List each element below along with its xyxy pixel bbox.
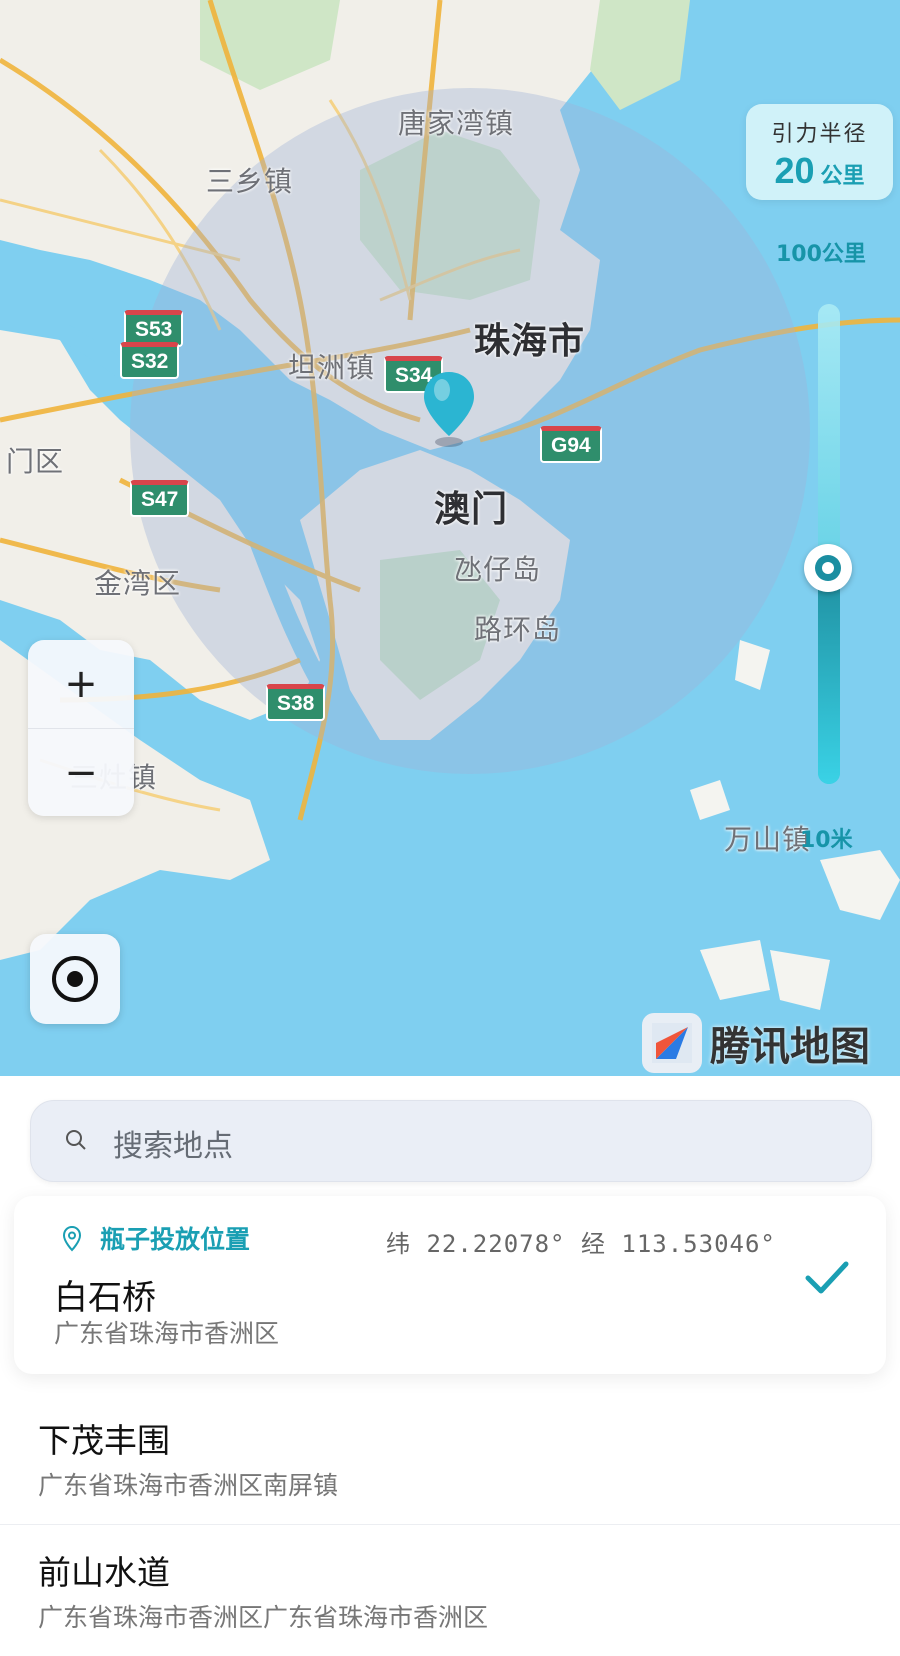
radius-slider-fill xyxy=(818,568,840,784)
checkmark-icon xyxy=(805,1261,849,1294)
map-pin-icon[interactable] xyxy=(422,370,476,448)
tencent-map-logo-icon xyxy=(642,1013,702,1073)
selected-place-address: 广东省珠海市香洲区 xyxy=(54,1319,280,1348)
slider-max-label: 100公里 xyxy=(776,242,866,267)
map-provider-logo: 腾讯地图 xyxy=(642,1012,870,1074)
map-label-wanshan: 万山镇 xyxy=(724,823,812,856)
highway-shield: S38 xyxy=(266,684,326,721)
highway-shield: S32 xyxy=(120,342,180,379)
place-name: 下茂丰围 xyxy=(38,1421,170,1460)
map-label-jinwan: 金湾区 xyxy=(94,567,182,600)
list-item[interactable]: 下茂丰围 广东省珠海市香洲区南屏镇 xyxy=(0,1396,900,1525)
radius-slider-handle[interactable] xyxy=(804,544,852,592)
map-provider-name: 腾讯地图 xyxy=(710,1024,870,1070)
place-address: 广东省珠海市香洲区南屏镇 xyxy=(38,1471,339,1500)
map-label-menqu: 门区 xyxy=(6,445,65,478)
selected-location-card[interactable]: 瓶子投放位置 纬 22.22078° 经 113.53046° 白石桥 广东省珠… xyxy=(14,1196,886,1374)
place-address: 广东省珠海市香洲区广东省珠海市香洲区 xyxy=(38,1603,489,1632)
zoom-in-button[interactable]: + xyxy=(28,640,134,729)
locate-me-button[interactable] xyxy=(30,934,120,1024)
list-item[interactable]: 前山水道 广东省珠海市香洲区广东省珠海市香洲区 xyxy=(0,1528,900,1656)
map-label-coloane: 路环岛 xyxy=(474,613,562,646)
radius-unit: 公里 xyxy=(820,164,865,189)
selected-place-name: 白石桥 xyxy=(54,1278,156,1318)
zoom-control: + − xyxy=(28,640,134,816)
map-view[interactable]: 唐家湾镇 三乡镇 珠海市 坦洲镇 门区 澳门 氹仔岛 路环岛 金湾区 三灶镇 万… xyxy=(0,0,900,1076)
map-label-sanxiang: 三乡镇 xyxy=(206,165,294,198)
gravity-radius-card: 引力半径 20 公里 xyxy=(746,104,893,200)
search-input[interactable]: 搜索地点 xyxy=(113,1121,233,1165)
location-pin-icon xyxy=(62,1226,82,1252)
radius-value: 20 xyxy=(774,150,815,191)
target-icon xyxy=(52,956,98,1002)
search-bar[interactable]: 搜索地点 xyxy=(30,1100,872,1182)
map-label-taipa: 氹仔岛 xyxy=(454,553,542,586)
place-name: 前山水道 xyxy=(38,1553,170,1592)
slider-min-label: 10米 xyxy=(800,828,853,853)
highway-shield: G94 xyxy=(540,426,602,463)
coordinates: 纬 22.22078° 经 113.53046° xyxy=(386,1230,776,1258)
radius-title: 引力半径 xyxy=(771,122,868,147)
drop-location-tag: 瓶子投放位置 xyxy=(100,1225,251,1254)
zoom-out-button[interactable]: − xyxy=(28,729,134,817)
highway-shield: S47 xyxy=(130,480,190,517)
map-label-tanzhou: 坦洲镇 xyxy=(288,351,376,384)
map-label-tangjiawan: 唐家湾镇 xyxy=(398,107,515,140)
map-label-zhuhai: 珠海市 xyxy=(474,321,586,362)
map-label-macau: 澳门 xyxy=(434,489,509,530)
search-icon xyxy=(66,1130,86,1150)
